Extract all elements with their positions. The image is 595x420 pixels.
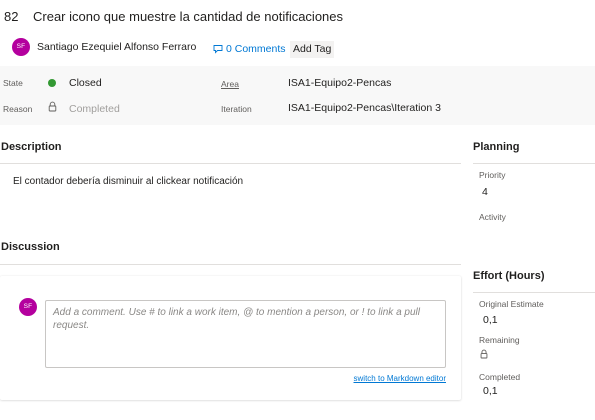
area-label: Area [221, 79, 239, 89]
work-item-header: 82 Crear icono que muestre la cantidad d… [0, 0, 595, 32]
completed-label: Completed [479, 372, 521, 382]
planning-heading: Planning [473, 141, 520, 153]
state-indicator-icon [48, 79, 56, 87]
iteration-label: Iteration [221, 104, 252, 114]
original-estimate-label: Original Estimate [479, 299, 544, 309]
iteration-value[interactable]: ISA1-Equipo2-Pencas\Iteration 3 [288, 102, 441, 114]
discussion-divider [0, 264, 461, 265]
remaining-lock-icon [480, 349, 488, 359]
lock-icon [48, 101, 57, 112]
reason-label: Reason [3, 104, 33, 114]
commenter-avatar: SF [19, 298, 37, 316]
reason-value: Completed [69, 103, 120, 115]
effort-heading: Effort (Hours) [473, 270, 545, 282]
remaining-label: Remaining [479, 335, 520, 345]
owner-name[interactable]: Santiago Ezequiel Alfonso Ferraro [37, 41, 196, 53]
comment-icon [213, 45, 223, 54]
area-value[interactable]: ISA1-Equipo2-Pencas [288, 77, 391, 89]
fields-panel [0, 66, 595, 125]
state-value[interactable]: Closed [69, 77, 102, 89]
priority-value[interactable]: 4 [482, 186, 488, 198]
owner-avatar[interactable]: SF [12, 38, 30, 56]
effort-divider [473, 292, 595, 293]
description-heading: Description [1, 141, 62, 153]
description-divider [0, 163, 461, 164]
completed-value[interactable]: 0,1 [483, 385, 498, 397]
activity-label[interactable]: Activity [479, 212, 506, 222]
comment-input[interactable]: Add a comment. Use # to link a work item… [45, 300, 446, 368]
state-label: State [3, 78, 23, 88]
work-item-title[interactable]: Crear icono que muestre la cantidad de n… [33, 9, 343, 24]
add-tag-button[interactable]: Add Tag [290, 41, 335, 58]
priority-label: Priority [479, 170, 506, 180]
discussion-heading: Discussion [1, 241, 60, 253]
original-estimate-value[interactable]: 0,1 [483, 314, 498, 326]
comments-link[interactable]: 0 Comments [213, 43, 286, 55]
planning-divider [473, 163, 595, 164]
description-text[interactable]: El contador debería disminuir al clickea… [13, 176, 243, 187]
work-item-id: 82 [4, 9, 19, 24]
comments-count-label: 0 Comments [226, 43, 286, 55]
markdown-editor-link[interactable]: switch to Markdown editor [354, 374, 446, 383]
